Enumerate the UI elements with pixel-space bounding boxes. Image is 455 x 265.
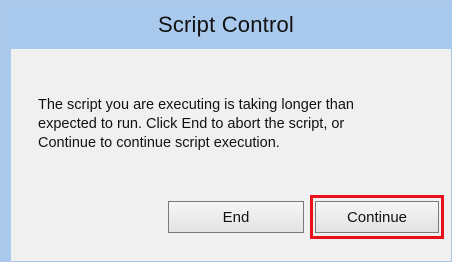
title-bar[interactable]: Script Control bbox=[1, 1, 451, 49]
message-line-3: Continue to continue script execution. bbox=[38, 135, 280, 151]
continue-button[interactable]: Continue bbox=[315, 201, 439, 233]
message-line-2: expected to run. Click End to abort the … bbox=[38, 116, 345, 132]
end-button[interactable]: End bbox=[168, 201, 304, 233]
window-frame-left bbox=[1, 49, 11, 261]
dialog-message: The script you are executing is taking l… bbox=[38, 96, 438, 153]
script-control-dialog: Script Control The script you are execut… bbox=[0, 0, 452, 262]
message-line-1: The script you are executing is taking l… bbox=[38, 97, 354, 113]
dialog-title: Script Control bbox=[157, 12, 295, 37]
